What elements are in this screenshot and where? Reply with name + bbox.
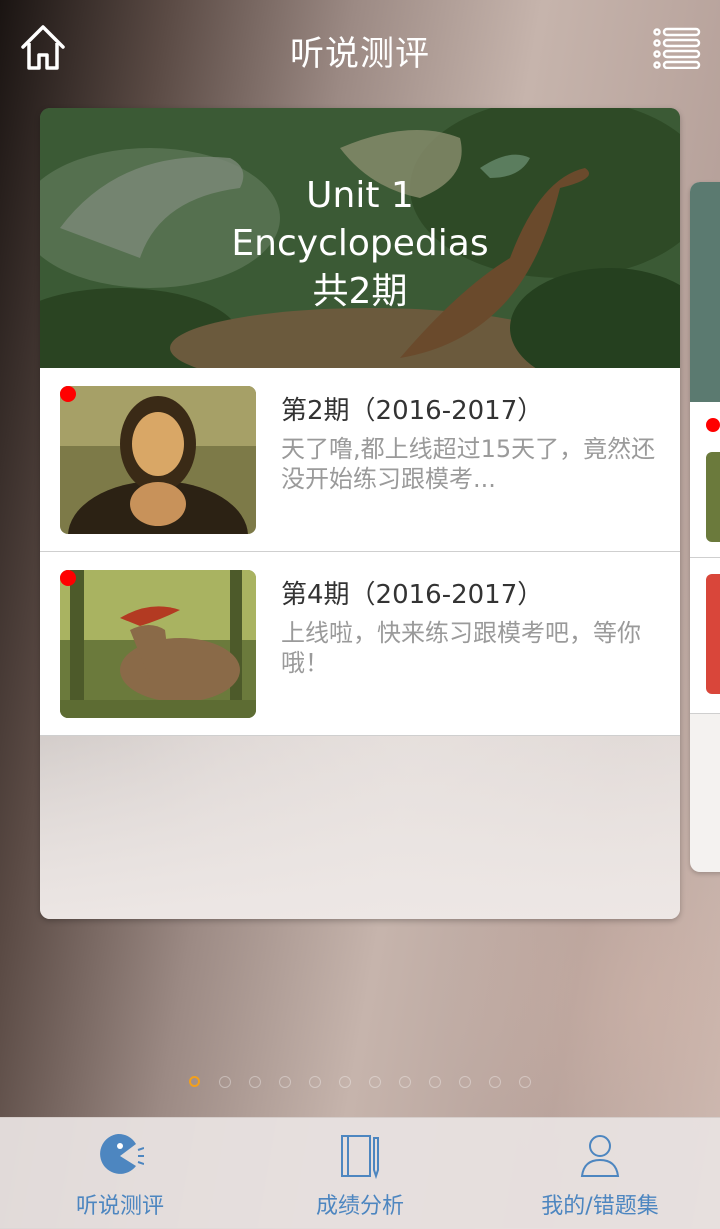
page-dot <box>369 1076 381 1088</box>
bottom-tab-bar: 听说测评 成绩分析 我的/错题集 <box>0 1117 720 1229</box>
new-badge <box>706 418 720 432</box>
issue-description: 上线啦，快来练习跟模考吧，等你哦！ <box>281 619 641 677</box>
next-card-item <box>690 558 720 714</box>
new-badge <box>60 570 76 586</box>
unit-number: Unit 1 <box>306 175 414 216</box>
tab-label: 我的/错题集 <box>541 1194 659 1219</box>
menu-button[interactable] <box>652 27 702 70</box>
thumbnail <box>706 574 720 694</box>
issue-count: 共2期 <box>312 271 408 312</box>
next-card-item <box>690 402 720 558</box>
new-badge <box>60 386 76 402</box>
tab-my-mistakes[interactable]: 我的/错题集 <box>480 1118 720 1229</box>
page-dot <box>429 1076 441 1088</box>
issue-title: 第4期（2016-2017） <box>281 580 544 610</box>
page-dot <box>519 1076 531 1088</box>
card-empty-area <box>40 736 680 919</box>
tab-label: 成绩分析 <box>315 1194 404 1219</box>
next-card-header <box>690 182 720 402</box>
list-item[interactable]: 第4期（2016-2017） 上线啦，快来练习跟模考吧，等你哦！ <box>40 552 680 736</box>
issue-description: 天了噜,都上线超过15天了，竟然还没开始练习跟模考... <box>281 435 656 493</box>
page-dot <box>249 1076 261 1088</box>
page-dot <box>489 1076 501 1088</box>
page-dot <box>279 1076 291 1088</box>
top-bar: 听说测评 <box>0 0 720 96</box>
list-menu-icon <box>653 27 701 70</box>
tab-label: 听说测评 <box>75 1194 164 1219</box>
page-dot-active <box>189 1076 200 1087</box>
page-dot <box>309 1076 321 1088</box>
notebook-icon <box>341 1135 379 1180</box>
unit-header[interactable]: Unit 1 Encyclopedias 共2期 <box>40 108 680 368</box>
page-title: 听说测评 <box>290 34 430 74</box>
next-unit-card-peek[interactable] <box>690 182 720 872</box>
tab-score-analysis[interactable]: 成绩分析 <box>240 1118 480 1229</box>
mona-lisa-image <box>60 386 256 534</box>
page-indicator <box>0 1076 720 1090</box>
page-dot <box>459 1076 471 1088</box>
list-item[interactable]: 第2期（2016-2017） 天了噜,都上线超过15天了，竟然还没开始练习跟模考… <box>40 368 680 552</box>
unit-topic: Encyclopedias <box>231 223 489 264</box>
issue-title: 第2期（2016-2017） <box>281 396 544 426</box>
thumbnail <box>706 452 720 542</box>
user-icon <box>580 1135 620 1177</box>
speak-icon <box>100 1133 144 1174</box>
page-dot <box>339 1076 351 1088</box>
tab-speaking-test[interactable]: 听说测评 <box>0 1118 240 1229</box>
page-dot <box>399 1076 411 1088</box>
page-dot <box>219 1076 231 1088</box>
unit-title: Unit 1 Encyclopedias 共2期 <box>40 172 680 316</box>
unit-card[interactable]: Unit 1 Encyclopedias 共2期 第2期（2016-2017） … <box>40 108 680 919</box>
dinosaur-image <box>60 570 256 718</box>
